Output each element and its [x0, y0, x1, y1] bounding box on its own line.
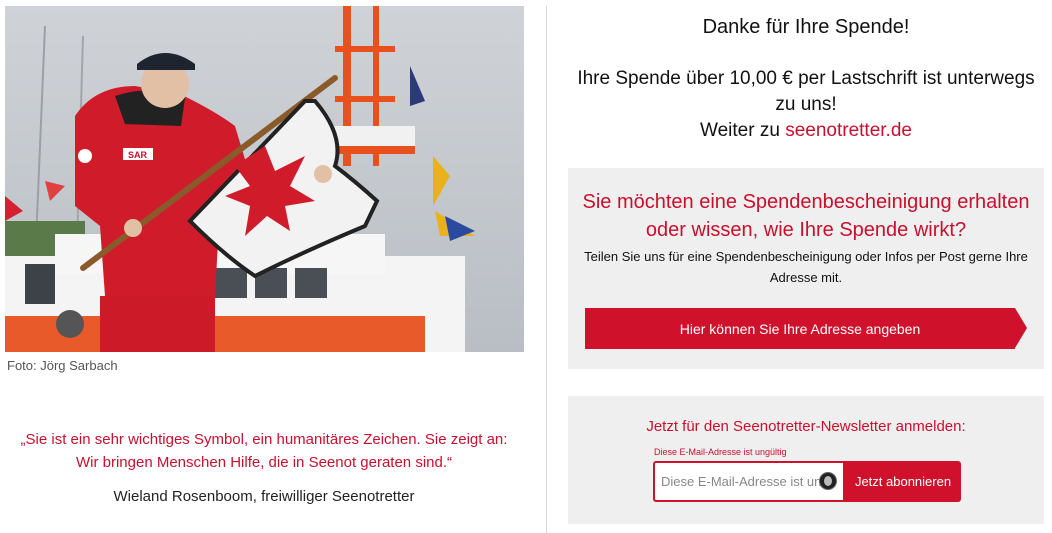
continue-line: Weiter zu seenotretter.de — [567, 118, 1045, 144]
certificate-box: Sie möchten eine Spendenbescheinigung er… — [568, 168, 1044, 369]
rescuer-flag-photo: SAR — [5, 6, 524, 352]
seenotretter-link[interactable]: seenotretter.de — [785, 120, 912, 141]
password-manager-icon[interactable] — [819, 472, 837, 490]
thanks-message: Ihre Spende über 10,00 € per Lastschrift… — [567, 66, 1045, 144]
newsletter-title: Jetzt für den Seenotretter-Newsletter an… — [646, 418, 966, 435]
subscribe-button[interactable]: Jetzt abonnieren — [845, 461, 961, 502]
address-button-arrow[interactable] — [1015, 308, 1027, 348]
thanks-title: Danke für Ihre Spende! — [702, 16, 910, 38]
photo-caption: Foto: Jörg Sarbach — [7, 358, 118, 373]
address-button[interactable]: Hier können Sie Ihre Adresse angeben — [585, 308, 1015, 349]
sar-badge-text: SAR — [128, 150, 148, 160]
right-column: Danke für Ihre Spende! Ihre Spende über … — [547, 0, 1052, 533]
newsletter-box: Jetzt für den Seenotretter-Newsletter an… — [568, 396, 1044, 524]
certificate-text: Teilen Sie uns für eine Spendenbescheini… — [584, 249, 1028, 285]
email-error-message: Diese E-Mail-Adresse ist ungültig — [654, 447, 787, 457]
continue-prefix: Weiter zu — [700, 120, 786, 141]
quote-text: „Sie ist ein sehr wichtiges Symbol, ein … — [20, 431, 508, 471]
email-field[interactable] — [655, 463, 821, 500]
certificate-title: Sie möchten eine Spendenbescheinigung er… — [582, 191, 1030, 241]
quote-author: Wieland Rosenboom, freiwilliger Seenotre… — [113, 488, 415, 505]
email-field-wrapper — [653, 461, 845, 502]
donation-confirmation: Ihre Spende über 10,00 € per Lastschrift… — [577, 68, 1035, 115]
left-column: SAR Foto: Jörg Sarbach „Sie ist ein sehr… — [0, 0, 546, 533]
